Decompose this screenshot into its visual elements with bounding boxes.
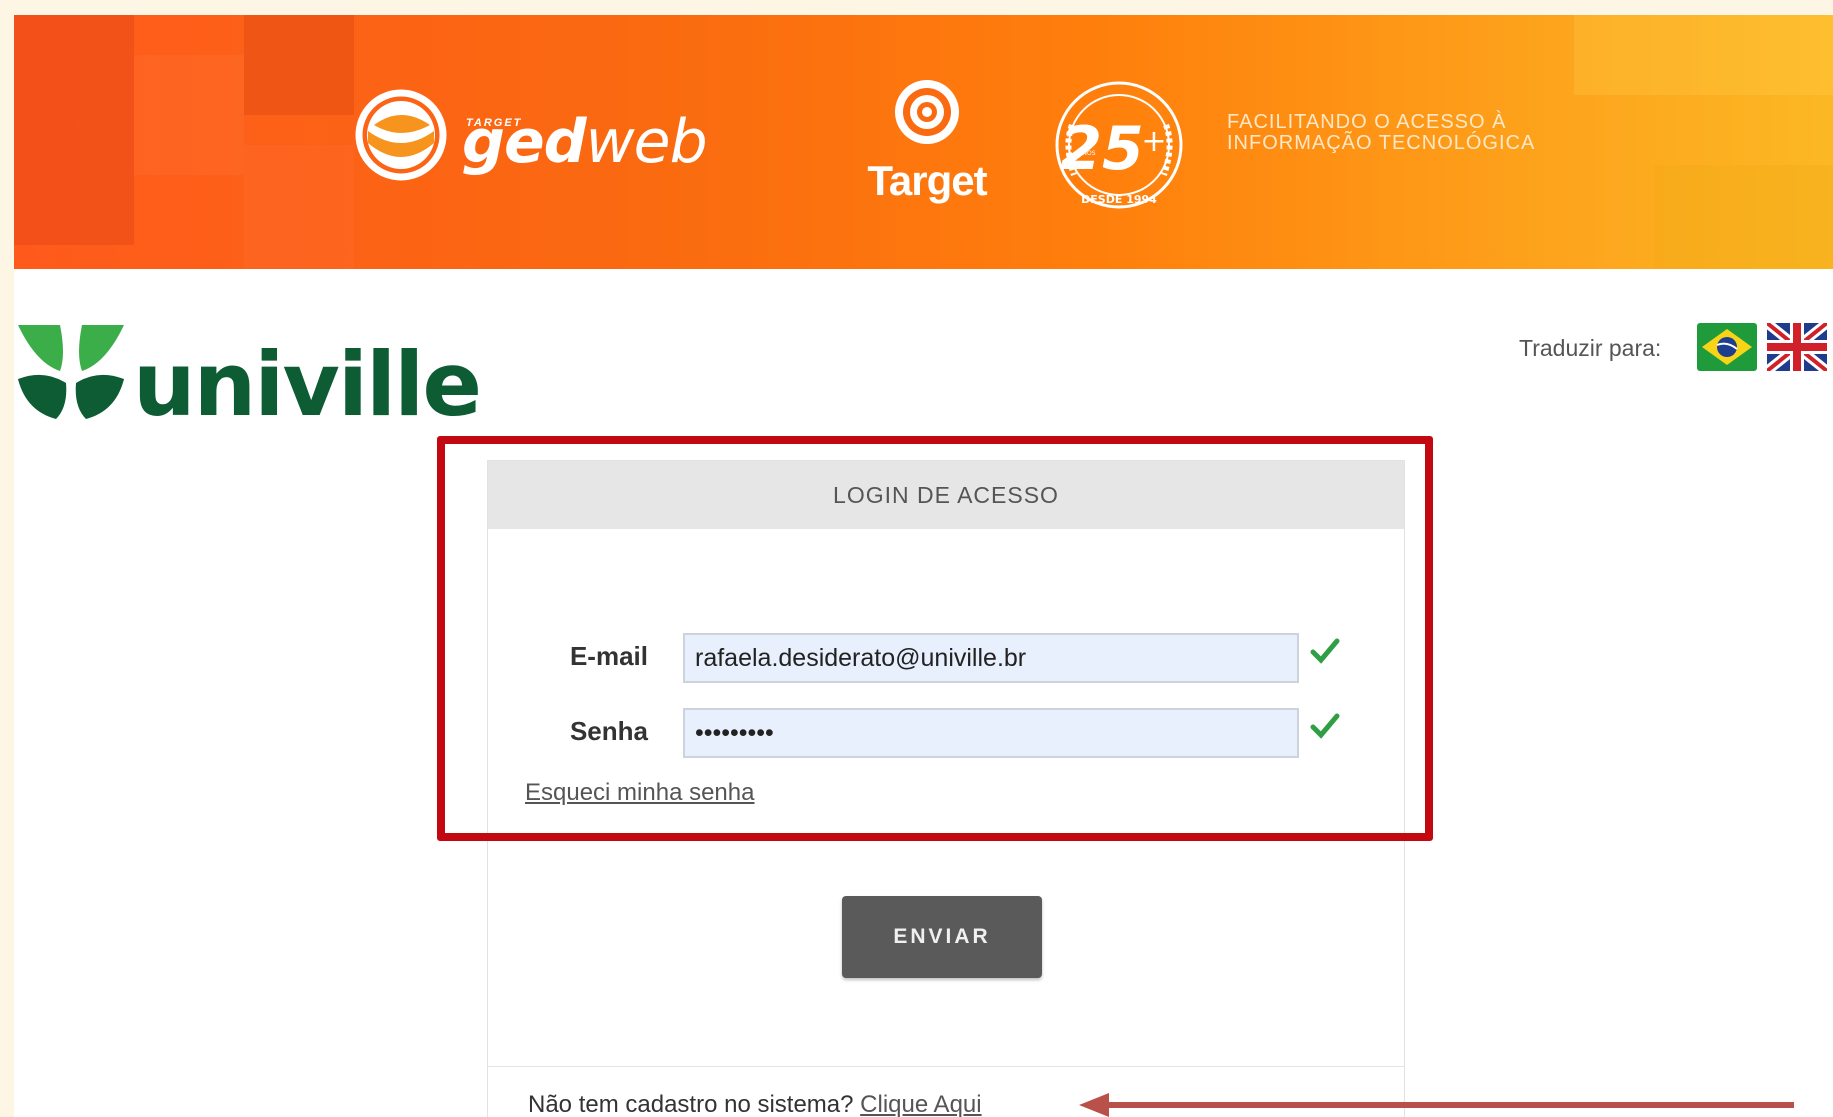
seal-since-label: DESDE 1994: [1081, 193, 1157, 206]
univille-wordmark: univille: [133, 333, 482, 436]
anniversary-seal: 25 + ANOS DESDE 1994: [1044, 65, 1194, 230]
target-wordmark: Target: [867, 157, 987, 204]
translate-label: Traduzir para:: [1519, 335, 1662, 361]
register-prompt: Não tem cadastro no sistema? Clique Aqui: [528, 1091, 982, 1117]
slogan-line-2: INFORMAÇÃO TECNOLÓGICA: [1227, 132, 1536, 154]
panel-divider: [488, 1066, 1404, 1067]
register-text: Não tem cadastro no sistema?: [528, 1091, 854, 1117]
gedweb-emblem-icon: [355, 89, 447, 181]
slogan-line-1: FACILITANDO O ACESSO À: [1227, 111, 1507, 133]
header-banner: TARGET gedweb Target 25 + ANOS DESDE 199…: [14, 15, 1833, 269]
seal-plus: +: [1141, 124, 1166, 159]
gedweb-wordmark: gedweb: [462, 107, 708, 177]
laurel-seal-icon: 25 + ANOS DESDE 1994: [1055, 81, 1183, 209]
page: TARGET gedweb Target 25 + ANOS DESDE 199…: [14, 15, 1833, 1117]
banner-slogan: FACILITANDO O ACESSO À INFORMAÇÃO TECNOL…: [1227, 112, 1627, 154]
brazil-flag-icon[interactable]: [1697, 323, 1757, 371]
seal-number: 25: [1060, 114, 1144, 184]
gedweb-logo: TARGET gedweb: [354, 85, 754, 195]
annotation-arrow-icon: [1079, 1093, 1794, 1117]
register-link[interactable]: Clique Aqui: [860, 1091, 981, 1117]
highlight-box: [437, 436, 1433, 841]
seal-years-label: ANOS: [1078, 150, 1095, 157]
target-logo: Target: [862, 77, 992, 217]
univille-logo: univille: [16, 323, 482, 436]
submit-button[interactable]: ENVIAR: [842, 896, 1042, 978]
uk-flag-icon[interactable]: [1763, 319, 1831, 375]
univille-leaf-icon: [18, 325, 124, 419]
target-icon: [895, 80, 959, 144]
